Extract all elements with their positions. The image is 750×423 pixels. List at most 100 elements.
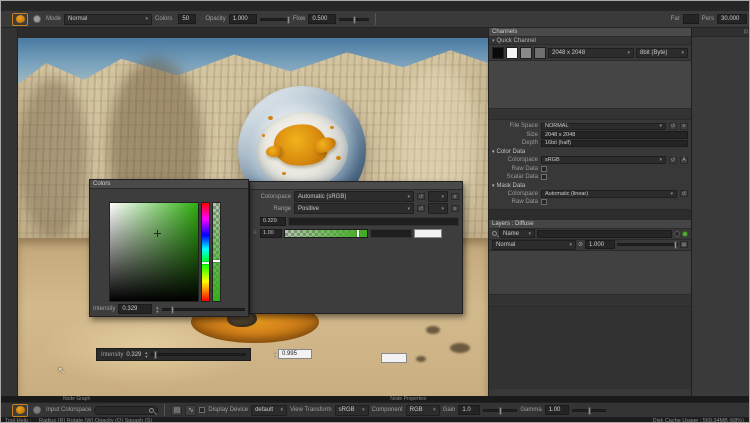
color-data-section[interactable]: ▾ Color Data <box>492 148 688 156</box>
alpha-marker[interactable] <box>213 260 220 262</box>
hue-marker[interactable] <box>202 262 209 264</box>
intensity-mini-slider[interactable]: Intensity 0.329 ▲▼ <box>96 348 251 361</box>
gain-field[interactable]: 1.0 <box>458 405 480 415</box>
values-panel-titlebar[interactable] <box>250 182 462 190</box>
far-field[interactable] <box>683 14 699 24</box>
reset-icon[interactable]: ↺ <box>680 190 688 197</box>
slider-marker[interactable] <box>357 230 359 237</box>
blend-mode-dropdown[interactable]: Normal▾ <box>492 240 576 250</box>
value-stepper[interactable]: ▲▼ <box>273 351 277 358</box>
section-caret-icon[interactable]: ▾ <box>492 183 495 189</box>
gain-slider[interactable] <box>483 409 517 412</box>
section-caret-icon[interactable]: ▾ <box>492 149 495 155</box>
channels-panel-titlebar[interactable]: Channels <box>489 28 691 37</box>
mask-colorspace-dropdown[interactable]: Automatic (linear)▾ <box>541 190 677 198</box>
value-entry-field[interactable]: 0.995 <box>278 349 312 359</box>
component-dropdown[interactable]: RGB▾ <box>406 405 440 416</box>
mask-data-section[interactable]: ▾ Mask Data <box>492 182 688 190</box>
input-colorspace-field[interactable] <box>94 406 158 415</box>
display-device-dropdown[interactable]: default▾ <box>251 405 287 416</box>
opacity-slider[interactable] <box>260 18 290 21</box>
intensity-slider-track[interactable] <box>151 353 246 356</box>
color-managed-icon[interactable]: ▤ <box>171 405 182 416</box>
step-down-icon[interactable]: ▼ <box>144 355 148 358</box>
lock-alpha-icon[interactable]: ⊘ <box>578 241 583 249</box>
flow-field[interactable]: 0.500 <box>308 14 336 24</box>
amount-knob[interactable] <box>674 241 677 249</box>
options-icon[interactable]: ≡ <box>451 205 459 212</box>
file-space-dropdown[interactable]: NORMAL▾ <box>541 123 666 131</box>
intensity-slider-knob[interactable] <box>154 351 157 359</box>
expand-caret-icon[interactable]: ▾ <box>492 38 495 44</box>
radius-size-field[interactable]: 50 <box>178 14 196 24</box>
layer-amount-slider[interactable] <box>617 243 678 246</box>
options-icon[interactable]: ≡ <box>451 193 459 200</box>
channel-swatch-white[interactable] <box>506 47 518 59</box>
filter-toggle-icon[interactable] <box>674 231 680 237</box>
alpha-gradient-slider[interactable] <box>284 229 368 238</box>
channel-depth-dropdown[interactable]: 8bit (Byte)▾ <box>636 48 688 58</box>
step-down-icon[interactable]: ▼ <box>273 355 277 358</box>
opacity-slider-knob[interactable] <box>287 16 290 24</box>
layers-panel-titlebar[interactable]: Layers : Diffuse <box>489 220 691 229</box>
gamma-field[interactable]: 1.00 <box>545 405 569 415</box>
curve-icon[interactable]: ∿ <box>185 405 196 416</box>
lut-checkbox[interactable] <box>199 407 205 413</box>
reset-colorspace-icon[interactable]: ↺ <box>417 193 425 200</box>
intensity-slider[interactable] <box>162 308 245 311</box>
value-entry-field-2[interactable] <box>381 353 407 363</box>
options-icon[interactable]: ≡ <box>680 123 688 130</box>
intensity-field[interactable]: 0.329 <box>118 304 152 314</box>
reset-range-icon[interactable]: ↺ <box>417 205 425 212</box>
dock-config-icon[interactable]: ⊡ <box>744 29 748 35</box>
mini-dropdown[interactable]: ▾ <box>428 191 448 202</box>
quick-channel-row[interactable]: ▾ Quick Channel <box>489 37 691 45</box>
layer-amount-field[interactable]: 1.000 <box>585 240 615 249</box>
step-down-icon[interactable]: ▼ <box>155 310 159 313</box>
filter-dropdown[interactable]: Name▾ <box>499 229 535 238</box>
alpha-strip[interactable] <box>212 202 221 302</box>
paint-buffer-button[interactable] <box>33 406 41 414</box>
paint-tool-active-button[interactable] <box>12 13 28 26</box>
eraser-button[interactable] <box>33 15 41 23</box>
channel-swatch-darkgrey[interactable] <box>534 47 546 59</box>
saturation-value-square[interactable] <box>109 202 199 302</box>
colors-panel-titlebar[interactable]: Colors <box>90 180 248 189</box>
mask-raw-checkbox[interactable] <box>541 199 547 205</box>
layer-filter-input[interactable] <box>537 230 672 238</box>
mini-dropdown[interactable]: ▾ <box>428 203 448 214</box>
paint-target-active-button[interactable] <box>12 404 28 417</box>
gamma-slider[interactable] <box>572 409 606 412</box>
pers-field[interactable]: 30.000 <box>717 14 747 24</box>
palette-strip-header[interactable]: ⊡ <box>692 28 750 37</box>
alpha-numeric-area[interactable] <box>370 229 412 238</box>
range-dropdown[interactable]: Positive▾ <box>294 203 414 214</box>
alpha-value-field[interactable]: 1.00 <box>260 229 282 238</box>
alpha-entry-field[interactable] <box>414 229 442 238</box>
hue-strip[interactable] <box>201 202 210 302</box>
colorspace-dropdown[interactable]: sRGB▾ <box>541 156 666 164</box>
intensity-value-field[interactable]: 0.329 <box>260 217 286 226</box>
flow-slider[interactable] <box>339 18 369 21</box>
channel-swatch-grey[interactable] <box>520 47 532 59</box>
add-amount-icon[interactable]: ⊞ <box>680 241 688 248</box>
sync-status-icon[interactable] <box>682 231 688 237</box>
gain-knob[interactable] <box>499 407 502 415</box>
auto-icon[interactable]: A <box>680 157 688 164</box>
reset-icon[interactable]: ↺ <box>669 157 677 164</box>
paint-mode-dropdown[interactable]: Normal▾ <box>64 14 152 25</box>
reset-icon[interactable]: ↺ <box>669 123 677 130</box>
raw-data-checkbox[interactable] <box>541 166 547 172</box>
channel-size-dropdown[interactable]: 2048 x 2048▾ <box>548 48 634 58</box>
opacity-field[interactable]: 1.000 <box>229 14 257 24</box>
intensity-long-slider[interactable] <box>288 217 459 226</box>
view-transform-dropdown[interactable]: sRGB▾ <box>335 405 369 416</box>
intensity-knob[interactable] <box>171 306 174 314</box>
intensity-stepper[interactable]: ▲▼ <box>155 306 159 313</box>
intensity-stepper[interactable]: ▲▼ <box>144 351 148 358</box>
flow-slider-knob[interactable] <box>353 16 356 24</box>
scalar-data-checkbox[interactable] <box>541 174 547 180</box>
channel-swatch-black[interactable] <box>492 47 504 59</box>
colorspace-dropdown[interactable]: Automatic (sRGB)▾ <box>294 191 414 202</box>
gamma-knob[interactable] <box>588 407 591 415</box>
